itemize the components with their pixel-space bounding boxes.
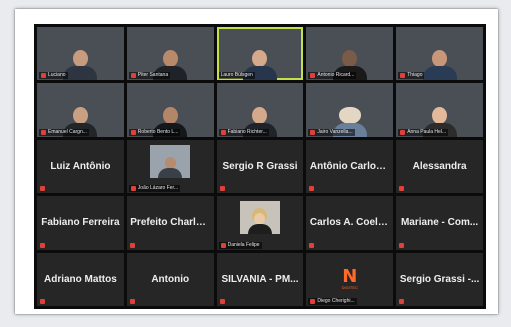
mic-muted-icon (130, 73, 136, 79)
participant-tile[interactable]: Luiz Antônio (37, 139, 124, 194)
participant-name: Alessandra (412, 160, 467, 172)
participant-name: Carlos A. Coelh... (309, 217, 390, 229)
mic-muted-icon (220, 129, 226, 135)
participant-tile[interactable]: Alessandra (396, 139, 483, 194)
mic-muted-icon (129, 299, 135, 304)
mic-muted-icon (220, 242, 226, 248)
participant-label: Diego Cherighi... (308, 298, 357, 305)
participant-tile[interactable]: Antonio (126, 252, 214, 306)
participant-label: Lauro Bülsgen (218, 72, 255, 80)
participant-name: Fabiano Richter... (227, 128, 267, 135)
participant-video (422, 50, 457, 81)
mic-muted-icon (129, 242, 135, 248)
participant-tile[interactable]: Roberto Bento L... (126, 83, 214, 137)
participant-label: Antonio Ricard... (308, 72, 357, 80)
participant-tile[interactable]: Fabiano Ferreira (37, 196, 124, 250)
participant-name: Antonio Ricard... (317, 72, 355, 79)
mic-muted-icon (310, 73, 316, 79)
participant-tile[interactable]: Antonio Ricard... (306, 27, 394, 81)
participant-name: Piter Santana (137, 72, 169, 79)
mic-muted-icon (310, 299, 316, 304)
participant-name: Luciano (48, 72, 66, 79)
participant-tile-active-speaker[interactable]: Lauro Bülsgen (216, 27, 304, 81)
participant-tile[interactable]: Sergio R Grassi (216, 139, 304, 194)
mic-muted-icon (399, 299, 405, 304)
mic-muted-icon (309, 242, 315, 248)
mic-muted-icon (219, 299, 225, 304)
participant-name: Lauro Bülsgen (220, 72, 253, 79)
participant-tile[interactable]: SILVANIA - PM... (216, 252, 304, 306)
participant-tile[interactable]: Jairo Vanzella... (306, 83, 394, 137)
participant-name: Roberto Bento L... (137, 128, 179, 135)
participant-tile[interactable]: Carlos A. Coelh... (306, 196, 394, 250)
gallery-view: Luciano Piter Santana Lauro Bülsgen Anto… (34, 24, 486, 309)
mic-muted-icon (310, 129, 316, 135)
mic-muted-icon (40, 186, 45, 192)
mic-muted-icon (219, 186, 225, 192)
mic-muted-icon (41, 129, 46, 135)
participant-label: Fabiano Richter... (218, 128, 269, 136)
mic-muted-icon (399, 186, 405, 192)
company-logo-caption: DIGITEC (341, 284, 358, 290)
profile-picture (239, 201, 280, 235)
mic-muted-icon (399, 242, 405, 248)
profile-picture (150, 144, 191, 178)
participant-tile[interactable]: N DIGITEC Diego Cherighi... (306, 252, 394, 306)
participant-tile[interactable]: Emanuel Cargn... (37, 83, 124, 137)
participant-tile[interactable]: Mariane - Com... (396, 196, 483, 250)
participant-name: Adriano Mattos (44, 273, 117, 285)
participant-tile[interactable]: Luciano (37, 27, 124, 81)
mic-muted-icon (41, 73, 46, 79)
participant-tile[interactable]: Fabiano Richter... (216, 83, 304, 137)
participant-name: Prefeito Charles... (130, 217, 211, 229)
participant-name: Emanuel Cargn... (48, 128, 87, 135)
participant-label: Anna Paula Hel... (398, 128, 449, 136)
participant-name: Luiz Antônio (50, 160, 111, 172)
participant-name: Anna Paula Hel... (407, 128, 447, 135)
participant-tile[interactable]: Thiago (396, 27, 483, 81)
participant-name: Daniela Felipe (227, 241, 260, 248)
participant-name: Mariane - Com... (400, 217, 479, 229)
mic-muted-icon (400, 129, 406, 135)
participant-label: Emanuel Cargn... (39, 128, 89, 136)
participant-name: Jairo Vanzella... (317, 128, 353, 135)
mic-muted-icon (40, 242, 45, 248)
participant-label: Luciano (39, 72, 68, 80)
participant-name: Sergio Grassi -... (399, 273, 480, 285)
participant-label: João Lázaro Fer... (128, 185, 181, 193)
participant-name: Sergio R Grassi (222, 160, 298, 172)
participant-tile[interactable]: Antônio Carlos... (306, 139, 394, 194)
participant-tile[interactable]: Daniela Felipe (216, 196, 304, 250)
mic-muted-icon (130, 186, 136, 192)
participant-name: Diego Cherighi... (317, 298, 355, 304)
participant-name: SILVANIA - PM... (221, 273, 299, 285)
participant-name: João Lázaro Fer... (137, 185, 179, 192)
participant-name: Fabiano Ferreira (41, 217, 120, 229)
participant-name: Thiago (407, 72, 423, 79)
mic-muted-icon (40, 299, 45, 304)
participant-tile[interactable]: Prefeito Charles... (126, 196, 214, 250)
mic-muted-icon (309, 186, 315, 192)
participant-tile[interactable]: João Lázaro Fer... (126, 139, 214, 194)
participant-label: Piter Santana (128, 72, 171, 80)
mic-muted-icon (400, 73, 406, 79)
participant-video (63, 50, 98, 81)
participant-label: Jairo Vanzella... (308, 128, 355, 136)
participant-tile[interactable]: Anna Paula Hel... (396, 83, 483, 137)
participant-label: Thiago (398, 72, 425, 80)
participant-label: Daniela Felipe (218, 241, 262, 249)
participant-tile[interactable]: Adriano Mattos (37, 252, 124, 306)
mic-muted-icon (130, 129, 136, 135)
participant-tile[interactable]: Sergio Grassi -... (396, 252, 483, 306)
participant-label: Roberto Bento L... (128, 128, 181, 136)
participant-name: Antônio Carlos... (309, 160, 390, 172)
participant-name: Antonio (151, 273, 190, 285)
participant-tile[interactable]: Piter Santana (126, 27, 214, 81)
